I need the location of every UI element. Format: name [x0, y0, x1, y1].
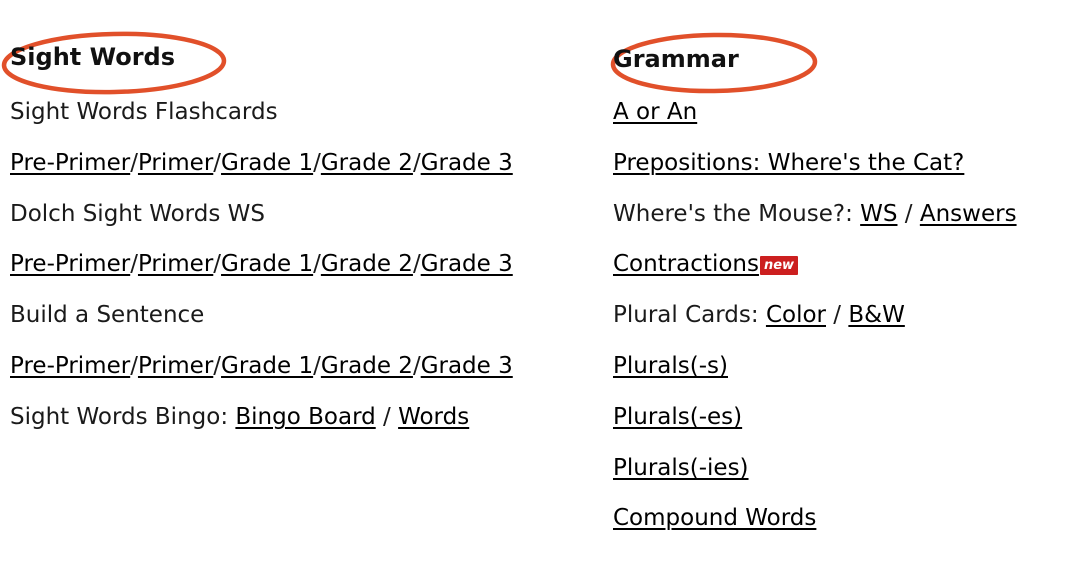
row-plurals-es: Plurals(-es): [613, 405, 742, 429]
label-dolch-sight-words-ws: Dolch Sight Words WS: [10, 200, 265, 227]
new-badge: new: [759, 256, 799, 276]
row-compound-words: Compound Words: [613, 506, 816, 530]
label-wheres-the-mouse: Where's the Mouse?:: [613, 200, 861, 227]
page-title-sight-words: Sight Words: [10, 43, 176, 71]
row-dolch-levels: Pre-Primer/Primer/Grade 1/Grade 2/Grade …: [10, 252, 513, 276]
link-flashcards-levels-2[interactable]: Primer: [138, 150, 213, 176]
row-a-or-an: A or An: [613, 100, 697, 124]
link-dolch-levels-6[interactable]: Grade 2: [321, 251, 413, 277]
link-build-a-sentence-levels-6[interactable]: Grade 2: [321, 353, 413, 379]
separator-slash: /: [130, 353, 138, 379]
link-dolch-levels-4[interactable]: Grade 1: [221, 251, 313, 277]
separator-slash: /: [213, 353, 222, 379]
link-plurals-es-0[interactable]: Plurals(-es): [613, 404, 742, 430]
column-grammar: Grammar A or An Prepositions: Where's the…: [610, 0, 1073, 564]
separator-slash: /: [897, 200, 920, 227]
row-flashcards-levels: Pre-Primer/Primer/Grade 1/Grade 2/Grade …: [10, 151, 513, 175]
link-build-a-sentence-levels-2[interactable]: Primer: [138, 353, 213, 379]
row-sight-words-flashcards: Sight Words Flashcards: [10, 100, 278, 124]
row-sight-words-bingo: Sight Words Bingo: Bingo Board / Words: [10, 405, 469, 429]
link-dolch-levels-0[interactable]: Pre-Primer: [10, 251, 130, 277]
separator-slash: /: [313, 353, 321, 379]
link-flashcards-levels-6[interactable]: Grade 2: [321, 150, 413, 176]
separator-slash: /: [130, 251, 138, 278]
link-plurals-s-0[interactable]: Plurals(-s): [613, 353, 728, 379]
link-wheres-the-mouse-3[interactable]: Answers: [920, 201, 1017, 227]
separator-slash: /: [213, 149, 222, 176]
link-build-a-sentence-levels-0[interactable]: Pre-Primer: [10, 353, 130, 379]
label-sight-words-flashcards: Sight Words Flashcards: [10, 99, 278, 125]
label-build-a-sentence: Build a Sentence: [10, 302, 205, 329]
row-prepositions-wheres-the-cat: Prepositions: Where's the Cat?: [613, 151, 964, 175]
separator-slash: /: [213, 251, 222, 278]
separator-slash: /: [313, 251, 321, 278]
link-flashcards-levels-4[interactable]: Grade 1: [221, 150, 313, 176]
row-wheres-the-mouse: Where's the Mouse?: WS / Answers: [613, 202, 1017, 226]
row-plurals-s: Plurals(-s): [613, 354, 728, 378]
row-plural-cards: Plural Cards: Color / B&W: [613, 303, 905, 327]
heading-grammar-group: Grammar: [610, 0, 1073, 94]
row-build-a-sentence: Build a Sentence: [10, 303, 204, 327]
link-flashcards-levels-8[interactable]: Grade 3: [421, 150, 513, 176]
link-plural-cards-1[interactable]: Color: [766, 302, 826, 328]
link-plurals-ies-0[interactable]: Plurals(-ies): [613, 455, 749, 481]
worksheet-index-page: Sight Words Sight Words Flashcards Pre-Pr…: [0, 0, 1080, 564]
heading-sight-words-group: Sight Words: [1, 0, 570, 95]
separator-slash: /: [313, 149, 321, 176]
link-contractions-0[interactable]: Contractions: [613, 251, 759, 277]
separator-slash: /: [412, 149, 421, 176]
link-wheres-the-mouse-1[interactable]: WS: [860, 201, 897, 227]
link-sight-words-bingo-1[interactable]: Bingo Board: [235, 404, 375, 430]
separator-slash: /: [412, 353, 421, 379]
page-title-grammar: Grammar: [613, 45, 739, 73]
column-sight-words: Sight Words Sight Words Flashcards Pre-Pr…: [1, 0, 570, 564]
row-plurals-ies: Plurals(-ies): [613, 456, 749, 480]
separator-slash: /: [826, 302, 849, 329]
link-sight-words-bingo-3[interactable]: Words: [398, 404, 469, 430]
link-plural-cards-3[interactable]: B&W: [848, 302, 904, 328]
row-dolch-sight-words-ws: Dolch Sight Words WS: [10, 202, 265, 226]
row-build-a-sentence-levels: Pre-Primer/Primer/Grade 1/Grade 2/Grade …: [10, 354, 513, 378]
link-compound-words-0[interactable]: Compound Words: [613, 505, 816, 531]
link-build-a-sentence-levels-8[interactable]: Grade 3: [421, 353, 513, 379]
label-sight-words-bingo: Sight Words Bingo:: [10, 403, 236, 430]
link-dolch-levels-2[interactable]: Primer: [138, 251, 213, 277]
link-flashcards-levels-0[interactable]: Pre-Primer: [10, 150, 130, 176]
link-dolch-levels-8[interactable]: Grade 3: [421, 251, 513, 277]
link-a-or-an-0[interactable]: A or An: [613, 99, 697, 125]
separator-slash: /: [130, 149, 138, 176]
label-plural-cards: Plural Cards:: [613, 302, 766, 329]
link-build-a-sentence-levels-4[interactable]: Grade 1: [221, 353, 313, 379]
link-prepositions-wheres-the-cat-0[interactable]: Prepositions: Where's the Cat?: [613, 150, 964, 176]
row-contractions: Contractions new: [613, 251, 799, 277]
separator-slash: /: [412, 251, 421, 278]
separator-slash: /: [375, 403, 399, 430]
